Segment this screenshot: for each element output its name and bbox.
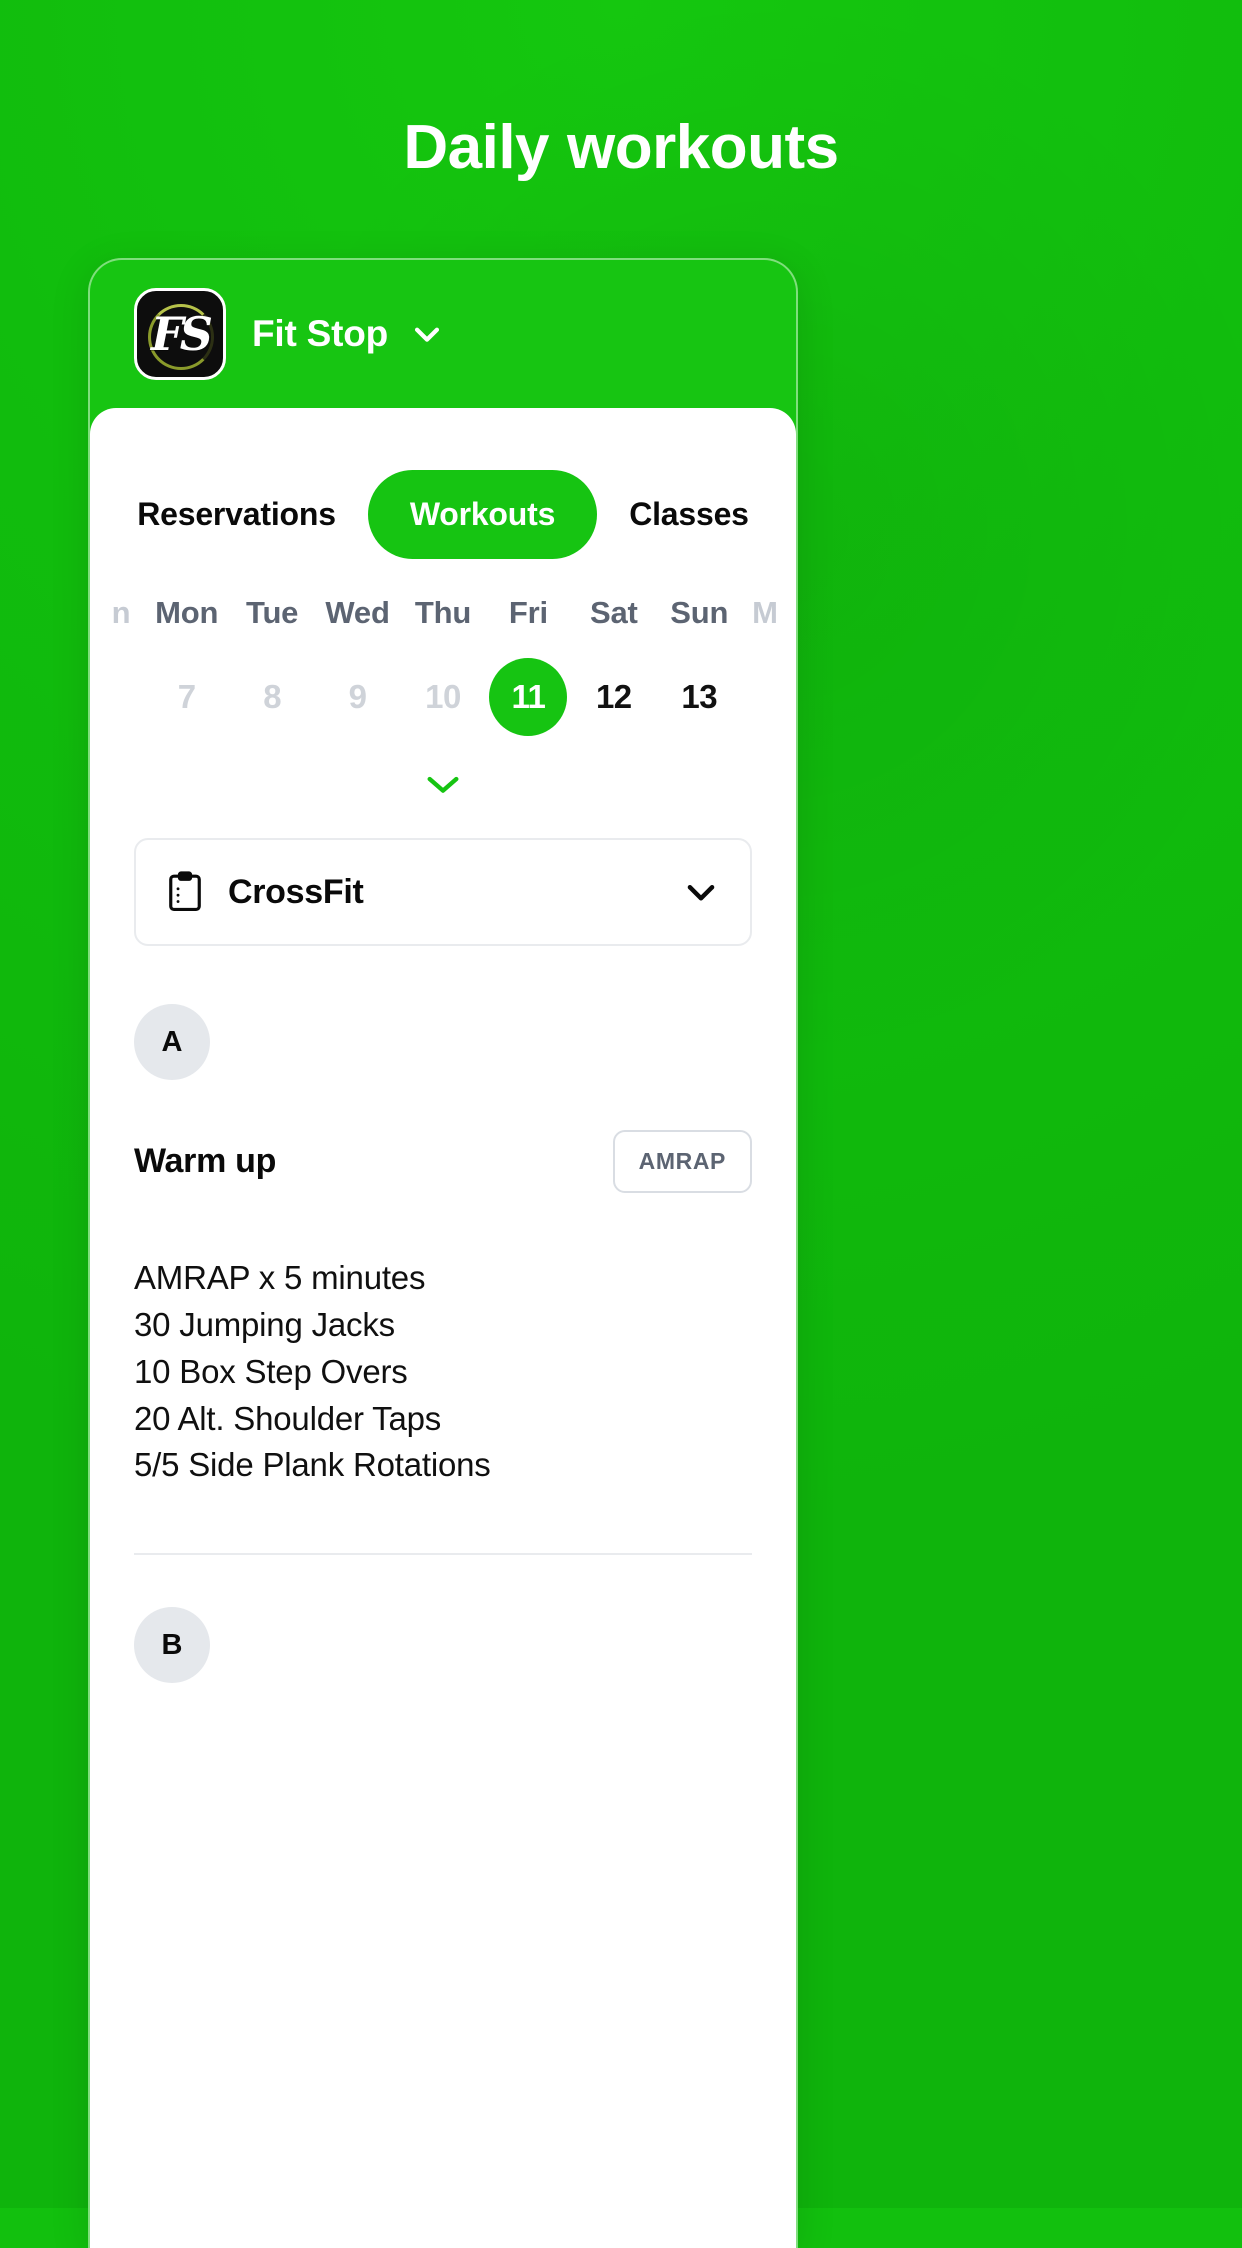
date-cell-12[interactable]: 12 <box>571 658 656 736</box>
content-sheet: Reservations Workouts Classes n Mon Tue … <box>90 408 796 2248</box>
block-badge: A <box>134 1004 210 1080</box>
weekday-label: Wed <box>325 595 390 630</box>
date-number: 11 <box>489 657 568 736</box>
date-cell-7[interactable]: 7 <box>144 658 229 736</box>
date-number: 13 <box>681 677 718 715</box>
weekday-cell-tue: Tue <box>229 595 314 631</box>
logo-monogram: FS <box>151 307 213 361</box>
date-cell-prev[interactable] <box>98 655 144 738</box>
week-calendar[interactable]: n Mon Tue Wed Thu Fri Sat Sun M 7 8 9 10… <box>90 595 796 808</box>
weekday-cell-sat: Sat <box>571 595 656 631</box>
date-cell-11-selected[interactable]: 11 <box>486 657 571 736</box>
weekday-cell-thu: Thu <box>400 595 485 631</box>
weekday-label: Mon <box>155 595 219 630</box>
workout-type-value: CrossFit <box>228 872 364 911</box>
clipboard-icon <box>166 871 206 913</box>
weekday-cell-next: M <box>742 595 788 631</box>
chevron-down-icon[interactable] <box>410 317 444 351</box>
block-divider <box>134 1553 752 1556</box>
block-tag-amrap: AMRAP <box>612 1130 752 1193</box>
date-number: 7 <box>177 677 196 715</box>
weekday-cell-sun: Sun <box>657 595 742 631</box>
calendar-expand-button[interactable] <box>90 760 796 808</box>
date-number: 8 <box>263 677 282 715</box>
workout-block-a: A Warm up AMRAP AMRAP x 5 minutes 30 Jum… <box>90 1004 796 1489</box>
block-header: Warm up AMRAP <box>134 1130 752 1193</box>
date-number: 10 <box>425 677 461 715</box>
tab-workouts[interactable]: Workouts <box>367 470 598 559</box>
weekday-cell-prev: n <box>98 595 144 631</box>
weekday-cell-fri: Fri <box>486 595 571 631</box>
date-number <box>742 655 788 733</box>
weekday-cell-mon: Mon <box>144 595 229 631</box>
block-badge: B <box>134 1607 210 1684</box>
chevron-down-icon[interactable] <box>682 873 720 911</box>
page-title-part1: Daily <box>403 113 550 182</box>
date-number: 12 <box>595 677 632 715</box>
weekday-cell-wed: Wed <box>315 595 400 631</box>
date-number: 9 <box>348 677 367 715</box>
weekday-label: Sun <box>670 595 729 630</box>
date-cell-next[interactable] <box>742 655 788 738</box>
phone-frame: FS Fit Stop Reservations Workouts Classe… <box>88 258 798 2248</box>
workout-line: 30 Jumping Jacks <box>134 1305 395 1343</box>
date-cell-8[interactable]: 8 <box>229 658 314 736</box>
date-cell-9[interactable]: 9 <box>315 658 400 736</box>
page-title-part2: workouts <box>567 113 839 182</box>
workout-line: AMRAP x 5 minutes <box>134 1259 426 1296</box>
workout-line: 10 Box Step Overs <box>134 1352 408 1390</box>
weekday-label: Sat <box>589 595 638 630</box>
date-row: 7 8 9 10 11 12 13 <box>90 655 796 738</box>
workout-line: 5/5 Side Plank Rotations <box>134 1446 491 1484</box>
date-number <box>98 655 144 733</box>
page-title: Daily workouts <box>0 112 1242 183</box>
workout-line: 20 Alt. Shoulder Taps <box>134 1399 442 1437</box>
weekday-label: Thu <box>414 595 472 630</box>
fit-stop-logo: FS <box>134 288 226 380</box>
tab-reservations[interactable]: Reservations <box>111 470 362 559</box>
weekday-label: Tue <box>246 595 299 630</box>
weekday-label: n <box>111 595 131 630</box>
block-title: Warm up <box>134 1142 277 1180</box>
tab-classes[interactable]: Classes <box>603 470 775 559</box>
workout-block-b: B <box>90 1607 796 1684</box>
brand-header[interactable]: FS Fit Stop <box>90 260 796 408</box>
date-cell-13[interactable]: 13 <box>657 658 742 736</box>
weekday-label: Fri <box>508 595 548 630</box>
brand-name: Fit Stop <box>252 313 389 354</box>
workout-type-select[interactable]: CrossFit <box>134 838 752 946</box>
tab-bar: Reservations Workouts Classes <box>90 408 796 559</box>
weekday-row: n Mon Tue Wed Thu Fri Sat Sun M <box>90 595 796 631</box>
weekday-label: M <box>752 595 778 630</box>
block-body: AMRAP x 5 minutes 30 Jumping Jacks 10 Bo… <box>134 1255 752 1489</box>
date-cell-10[interactable]: 10 <box>400 658 485 736</box>
